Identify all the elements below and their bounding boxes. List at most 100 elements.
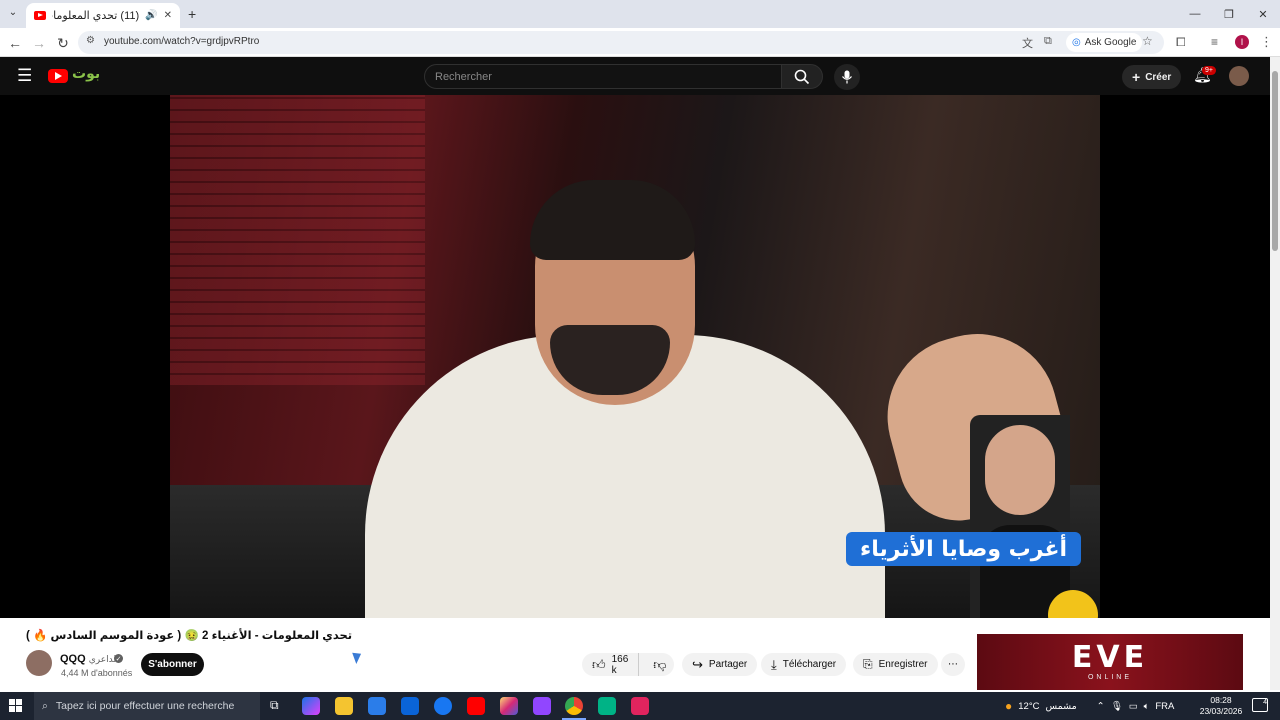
ask-google-button[interactable]: ◎ Ask Google bbox=[1066, 33, 1143, 52]
youtube-masthead: ☰ بوت Rechercher + Créer 🔔︎ 9+ bbox=[0, 57, 1270, 95]
forward-arrow-icon[interactable]: → bbox=[28, 32, 50, 54]
page-scrollbar[interactable] bbox=[1270, 57, 1280, 690]
search-icon bbox=[794, 69, 810, 84]
inset-face bbox=[985, 425, 1055, 515]
close-window-icon[interactable]: ✕ bbox=[1246, 0, 1280, 28]
reload-icon[interactable]: ↻ bbox=[52, 32, 74, 54]
translate-icon[interactable]: 文 bbox=[1022, 35, 1033, 51]
facebook-icon[interactable] bbox=[434, 697, 452, 715]
profile-avatar[interactable]: I bbox=[1235, 35, 1249, 49]
tray-chevron-icon[interactable]: ⌃ bbox=[1097, 701, 1105, 712]
download-icon: ⤓ bbox=[771, 656, 777, 672]
notification-count-badge: 9+ bbox=[1202, 66, 1216, 75]
mail-icon[interactable] bbox=[401, 697, 419, 715]
youtube-favicon-icon bbox=[34, 11, 46, 20]
weather-temperature[interactable]: 12°C bbox=[1018, 701, 1039, 712]
search-input[interactable]: Rechercher bbox=[424, 64, 782, 89]
video-frame[interactable]: أغرب وصايا الأثرياء bbox=[170, 95, 1100, 618]
create-button[interactable]: + Créer bbox=[1122, 65, 1182, 89]
hamburger-menu-icon[interactable]: ☰ bbox=[17, 66, 32, 86]
store-icon[interactable] bbox=[368, 697, 386, 715]
browser-tab-strip: ⌄ (11) تحدي المعلومات - الأغن 🔊 ✕ + — ❐ … bbox=[0, 0, 1280, 28]
extensions-icon[interactable]: ⧠ bbox=[1176, 35, 1186, 50]
vivaldi-icon[interactable] bbox=[631, 697, 649, 715]
system-tray: ● 12°C مشمس ⌃ 🎙︎ ▭ 🔈︎ FRA bbox=[1005, 692, 1174, 720]
account-avatar[interactable] bbox=[1229, 66, 1249, 86]
network-icon[interactable]: ▭ bbox=[1129, 701, 1138, 712]
subscribe-button[interactable]: S'abonner bbox=[141, 653, 204, 676]
bookmark-star-icon[interactable]: ☆ bbox=[1142, 34, 1153, 48]
tab-close-icon[interactable]: ✕ bbox=[164, 10, 172, 21]
address-bar[interactable]: ⚙ youtube.com/watch?v=grdjpvRPtro 文 ⧉ ◎ … bbox=[78, 31, 1164, 54]
like-button[interactable]: 👍︎ 166 k bbox=[582, 653, 640, 676]
chrome-icon[interactable] bbox=[565, 697, 583, 715]
thumbs-up-icon: 👍︎ bbox=[592, 656, 606, 672]
scrollbar-thumb[interactable] bbox=[1272, 71, 1278, 251]
clock-time: 08:28 bbox=[1210, 695, 1232, 705]
reading-list-icon[interactable]: ≡ bbox=[1211, 35, 1218, 49]
youtube-doodle-logo[interactable]: بوت bbox=[72, 66, 100, 82]
share-label: Partager bbox=[708, 659, 748, 670]
speaker-icon[interactable]: 🔊 bbox=[145, 10, 157, 21]
minimize-icon[interactable]: — bbox=[1178, 0, 1212, 28]
youtube-logo-icon[interactable] bbox=[48, 69, 68, 83]
volume-icon[interactable]: 🔈︎ bbox=[1144, 701, 1150, 712]
new-tab-button[interactable]: + bbox=[188, 6, 196, 22]
instagram-icon[interactable] bbox=[500, 697, 518, 715]
save-label: Enregistrer bbox=[878, 659, 928, 670]
share-button[interactable]: ↪ Partager bbox=[682, 653, 758, 676]
tab-title: (11) تحدي المعلومات - الأغن bbox=[52, 10, 140, 22]
search-placeholder: Rechercher bbox=[435, 71, 492, 83]
taskbar-clock[interactable]: 08:28 23/03/2026 bbox=[1196, 695, 1246, 717]
windows-start-icon[interactable] bbox=[9, 699, 23, 713]
more-actions-button[interactable]: ⋯ bbox=[941, 653, 965, 676]
window-controls: — ❐ ✕ bbox=[1178, 0, 1280, 28]
task-view-icon[interactable]: ⧉ bbox=[270, 698, 279, 713]
save-button[interactable]: ⎘ Enregistrer bbox=[853, 653, 938, 676]
browser-toolbar: ← → ↻ ⚙ youtube.com/watch?v=grdjpvRPtro … bbox=[0, 28, 1280, 57]
browser-menu-icon[interactable]: ⋮ bbox=[1260, 34, 1273, 50]
video-player[interactable]: أغرب وصايا الأثرياء bbox=[0, 95, 1270, 618]
bookmark-icon: ⎘ bbox=[863, 657, 873, 671]
video-info-section: تحدي المعلومات - الأغنياء 2 🤢 ( عودة الم… bbox=[0, 618, 1270, 690]
input-language[interactable]: FRA bbox=[1155, 701, 1174, 712]
plus-icon: + bbox=[1132, 69, 1141, 85]
copilot-icon[interactable] bbox=[302, 697, 320, 715]
tab-search-chevron-icon[interactable]: ⌄ bbox=[6, 7, 20, 21]
notification-center-icon[interactable]: 4 bbox=[1252, 698, 1268, 712]
voice-search-button[interactable] bbox=[834, 64, 860, 90]
url-text[interactable]: youtube.com/watch?v=grdjpvRPtro bbox=[104, 36, 259, 47]
thumbs-down-icon: 👎︎ bbox=[653, 656, 667, 672]
clock-date: 23/03/2026 bbox=[1199, 706, 1243, 716]
download-label: Télécharger bbox=[782, 659, 837, 670]
channel-avatar[interactable] bbox=[26, 650, 52, 676]
app-icon[interactable] bbox=[598, 697, 616, 715]
dislike-button[interactable]: 👎︎ bbox=[645, 657, 674, 673]
brick-wall-background bbox=[170, 95, 425, 385]
microphone-icon bbox=[842, 70, 852, 84]
youtube-app-icon[interactable] bbox=[467, 697, 485, 715]
video-title: تحدي المعلومات - الأغنياء 2 🤢 ( عودة الم… bbox=[26, 630, 353, 642]
twitch-icon[interactable] bbox=[533, 697, 551, 715]
verified-check-icon: ✓ bbox=[114, 654, 123, 663]
notification-center-count: 4 bbox=[1263, 699, 1267, 706]
site-info-icon[interactable]: ⚙ bbox=[86, 35, 95, 46]
more-dots-icon: ⋯ bbox=[948, 659, 958, 670]
channel-name[interactable]: QQQ الداعري bbox=[60, 653, 119, 665]
channel-name-latin: QQQ bbox=[60, 653, 86, 665]
subscriber-count: 4,44 M d'abonnés bbox=[61, 668, 133, 678]
back-arrow-icon[interactable]: ← bbox=[4, 32, 26, 54]
browser-tab-active[interactable]: (11) تحدي المعلومات - الأغن 🔊 ✕ bbox=[26, 3, 180, 28]
download-button[interactable]: ⤓ Télécharger bbox=[761, 653, 847, 676]
search-button[interactable] bbox=[781, 64, 823, 89]
windows-taskbar: ⌕ Tapez ici pour effectuer une recherche… bbox=[0, 692, 1280, 720]
weather-sun-icon[interactable]: ● bbox=[1005, 699, 1012, 713]
restore-icon[interactable]: ❐ bbox=[1212, 0, 1246, 28]
cast-icon[interactable]: ⧉ bbox=[1044, 35, 1052, 48]
taskbar-search-box[interactable]: ⌕ Tapez ici pour effectuer une recherche bbox=[34, 692, 260, 720]
file-explorer-icon[interactable] bbox=[335, 697, 353, 715]
weather-label[interactable]: مشمس bbox=[1045, 701, 1076, 712]
sidebar-ad-banner[interactable]: EVE ONLINE bbox=[977, 634, 1243, 690]
microphone-tray-icon[interactable]: 🎙︎ bbox=[1111, 701, 1123, 712]
search-icon: ⌕ bbox=[42, 699, 48, 712]
